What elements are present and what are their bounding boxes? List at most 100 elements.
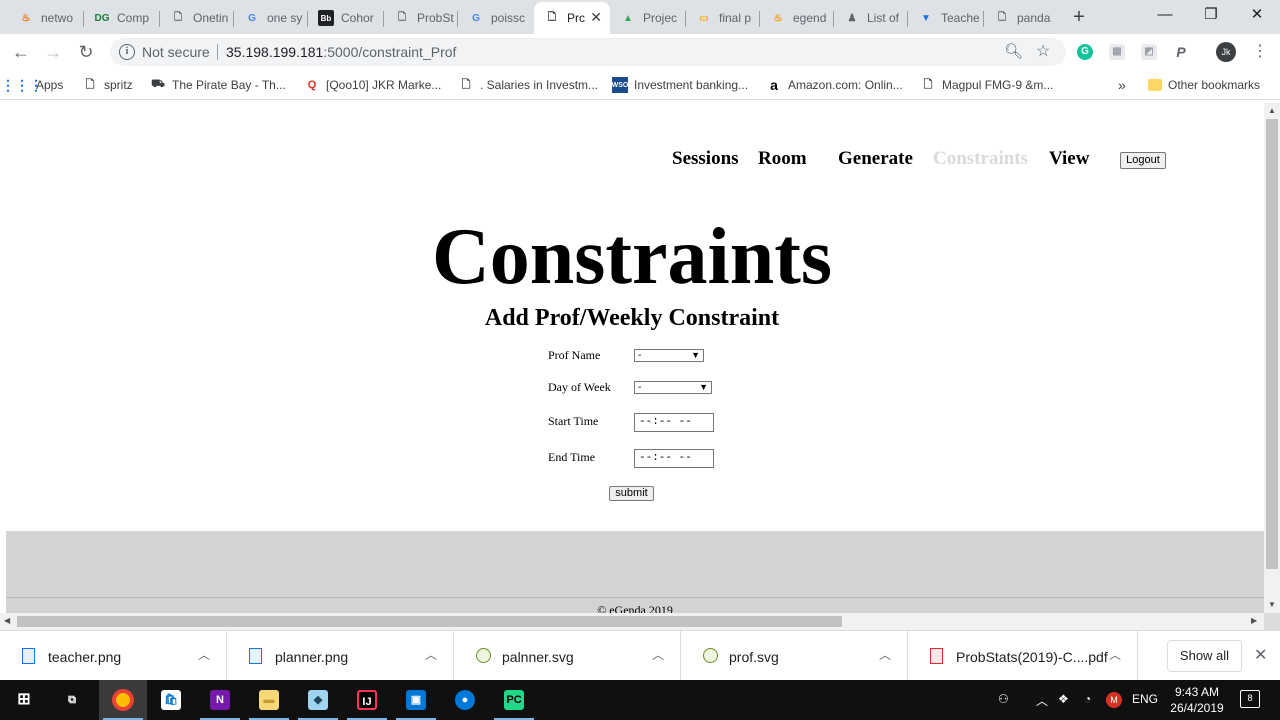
bookmark-star-icon[interactable]: ☆: [1036, 41, 1050, 61]
browser-tab[interactable]: ♟ List of: [834, 4, 908, 32]
photos-icon: ▣: [406, 690, 426, 710]
wifi-icon[interactable]: ◔: [1084, 692, 1091, 706]
download-item[interactable]: teacher.png ︿: [0, 631, 227, 681]
nav-sessions[interactable]: Sessions: [672, 148, 739, 170]
download-item[interactable]: ProbStats(2019)-C....pdf ︿: [908, 631, 1138, 681]
close-tab-icon[interactable]: ✕: [590, 9, 602, 26]
nav-room[interactable]: Room: [758, 148, 807, 170]
close-window-button[interactable]: ✕: [1234, 4, 1280, 28]
reload-button[interactable]: ↻: [75, 41, 97, 63]
bookmark-item[interactable]: a Amazon.com: Onlin...: [766, 76, 903, 94]
browser-tab[interactable]: G poissc: [458, 4, 534, 32]
mcafee-icon[interactable]: M: [1106, 692, 1122, 708]
browser-tab[interactable]: ▭ final p: [686, 4, 760, 32]
back-button[interactable]: ←: [10, 41, 32, 63]
chevron-up-icon[interactable]: ︿: [1036, 692, 1048, 709]
tab-title: Projec: [643, 11, 678, 25]
taskbar-pycharm[interactable]: PC: [490, 680, 538, 720]
extension-icon[interactable]: ▦: [1109, 44, 1125, 60]
dropbox-icon[interactable]: ❖: [1058, 692, 1069, 706]
show-all-button[interactable]: Show all: [1167, 640, 1242, 672]
scroll-up-arrow-icon[interactable]: ▲: [1268, 106, 1276, 115]
grammarly-icon[interactable]: G: [1077, 44, 1093, 60]
url-text[interactable]: 35.198.199.181:5000/constraint_Prof: [226, 44, 456, 60]
taskbar-chrome[interactable]: [99, 680, 147, 720]
taskbar-intellij[interactable]: IJ: [343, 680, 391, 720]
drive-icon: ▲: [623, 12, 633, 24]
start-time-input[interactable]: --:-- --: [634, 413, 714, 432]
browser-tab[interactable]: ▼ Teache: [908, 4, 984, 32]
forward-button[interactable]: →: [42, 41, 64, 63]
language-indicator[interactable]: ENG: [1132, 692, 1158, 706]
scroll-left-arrow-icon[interactable]: ◀: [4, 616, 10, 625]
document-icon: 🗋: [547, 11, 557, 23]
bookmark-item[interactable]: 🗋 Magpul FMG-9 &m...: [920, 76, 1054, 94]
minimize-button[interactable]: —: [1142, 4, 1188, 28]
taskbar-photos[interactable]: ▣: [392, 680, 440, 720]
bookmark-item[interactable]: WSO Investment banking...: [612, 76, 748, 94]
taskbar-maps[interactable]: ●: [441, 680, 489, 720]
clock[interactable]: 9:43 AM 26/4/2019: [1168, 684, 1226, 716]
chevron-up-icon[interactable]: ︿: [198, 646, 210, 663]
nav-view[interactable]: View: [1049, 148, 1089, 170]
bookmark-apps[interactable]: ⋮⋮⋮ Apps: [1, 76, 63, 94]
prof-name-select[interactable]: - ▼: [634, 349, 704, 362]
browser-tab[interactable]: 🗋 Onetin: [160, 4, 234, 32]
security-label[interactable]: Not secure: [142, 44, 210, 60]
horizontal-scrollbar[interactable]: ◀ ▶: [0, 613, 1264, 630]
chevron-up-icon[interactable]: ︿: [425, 646, 437, 663]
address-bar[interactable]: i Not secure 35.198.199.181:5000/constra…: [110, 38, 1066, 66]
profile-avatar[interactable]: Jk: [1216, 42, 1236, 62]
bookmark-item[interactable]: 🗋 . Salaries in Investm...: [458, 76, 598, 94]
browser-tab-active[interactable]: 🗋 Prc ✕: [534, 2, 610, 34]
taskbar-explorer[interactable]: ▬: [245, 680, 293, 720]
start-button[interactable]: ⊞: [0, 680, 48, 720]
close-shelf-icon[interactable]: ✕: [1254, 645, 1267, 665]
info-icon[interactable]: i: [119, 44, 135, 60]
extension-icon[interactable]: ◩: [1141, 44, 1157, 60]
restore-button[interactable]: ❐: [1188, 4, 1234, 28]
browser-tab[interactable]: ▲ Projec: [610, 4, 686, 32]
chevron-up-icon[interactable]: ︿: [1109, 646, 1121, 663]
task-view-button[interactable]: ⧉: [48, 680, 96, 720]
nav-generate[interactable]: Generate: [838, 148, 913, 170]
download-item[interactable]: planner.png ︿: [227, 631, 454, 681]
download-item[interactable]: prof.svg ︿: [681, 631, 908, 681]
bookmark-item[interactable]: 🗋 spritz: [82, 76, 133, 94]
bookmark-item[interactable]: Q [Qoo10] JKR Marke...: [304, 76, 442, 94]
end-time-input[interactable]: --:-- --: [634, 449, 714, 468]
bookmark-label: Investment banking...: [634, 78, 749, 92]
browser-tab[interactable]: 🗋 panda: [984, 4, 1058, 32]
scroll-down-arrow-icon[interactable]: ▼: [1268, 600, 1276, 609]
nav-constraints[interactable]: Constraints: [933, 148, 1028, 170]
vertical-scrollbar[interactable]: ▲ ▼: [1264, 103, 1280, 613]
menu-icon[interactable]: ⋮: [1252, 41, 1268, 61]
browser-tab[interactable]: DG Comp: [84, 4, 160, 32]
bookmarks-overflow[interactable]: »: [1118, 76, 1126, 94]
bookmark-item[interactable]: ⛟ The Pirate Bay - Th...: [150, 76, 286, 94]
browser-tab[interactable]: G one sy: [234, 4, 308, 32]
taskbar-app[interactable]: ◆: [294, 680, 342, 720]
paypal-icon[interactable]: P: [1173, 44, 1189, 60]
browser-tab[interactable]: Bb Cohor: [308, 4, 384, 32]
chevron-up-icon[interactable]: ︿: [652, 646, 664, 663]
vertical-scroll-thumb[interactable]: [1266, 119, 1278, 569]
new-tab-button[interactable]: +: [1068, 6, 1090, 28]
browser-tab[interactable]: ♨ netwo: [8, 4, 84, 32]
chevron-up-icon[interactable]: ︿: [879, 646, 891, 663]
day-of-week-select[interactable]: - ▼: [634, 381, 712, 394]
taskbar-store[interactable]: 🛍: [147, 680, 195, 720]
download-item[interactable]: palnner.svg ︿: [454, 631, 681, 681]
notifications-icon[interactable]: 8: [1240, 690, 1260, 708]
taskbar-onenote[interactable]: N: [196, 680, 244, 720]
browser-tab[interactable]: ♨ egend: [760, 4, 834, 32]
scroll-right-arrow-icon[interactable]: ▶: [1251, 616, 1257, 625]
submit-button[interactable]: submit: [609, 486, 654, 501]
other-bookmarks[interactable]: Other bookmarks: [1148, 76, 1260, 94]
people-icon[interactable]: ⚇: [998, 692, 1009, 706]
logout-button[interactable]: Logout: [1120, 152, 1166, 169]
horizontal-scroll-thumb[interactable]: [17, 616, 842, 627]
download-shelf: teacher.png ︿ planner.png ︿ palnner.svg …: [0, 630, 1280, 681]
browser-tab[interactable]: 🗋 ProbSt: [384, 4, 458, 32]
zoom-icon[interactable]: 🔍︎: [1004, 42, 1023, 60]
